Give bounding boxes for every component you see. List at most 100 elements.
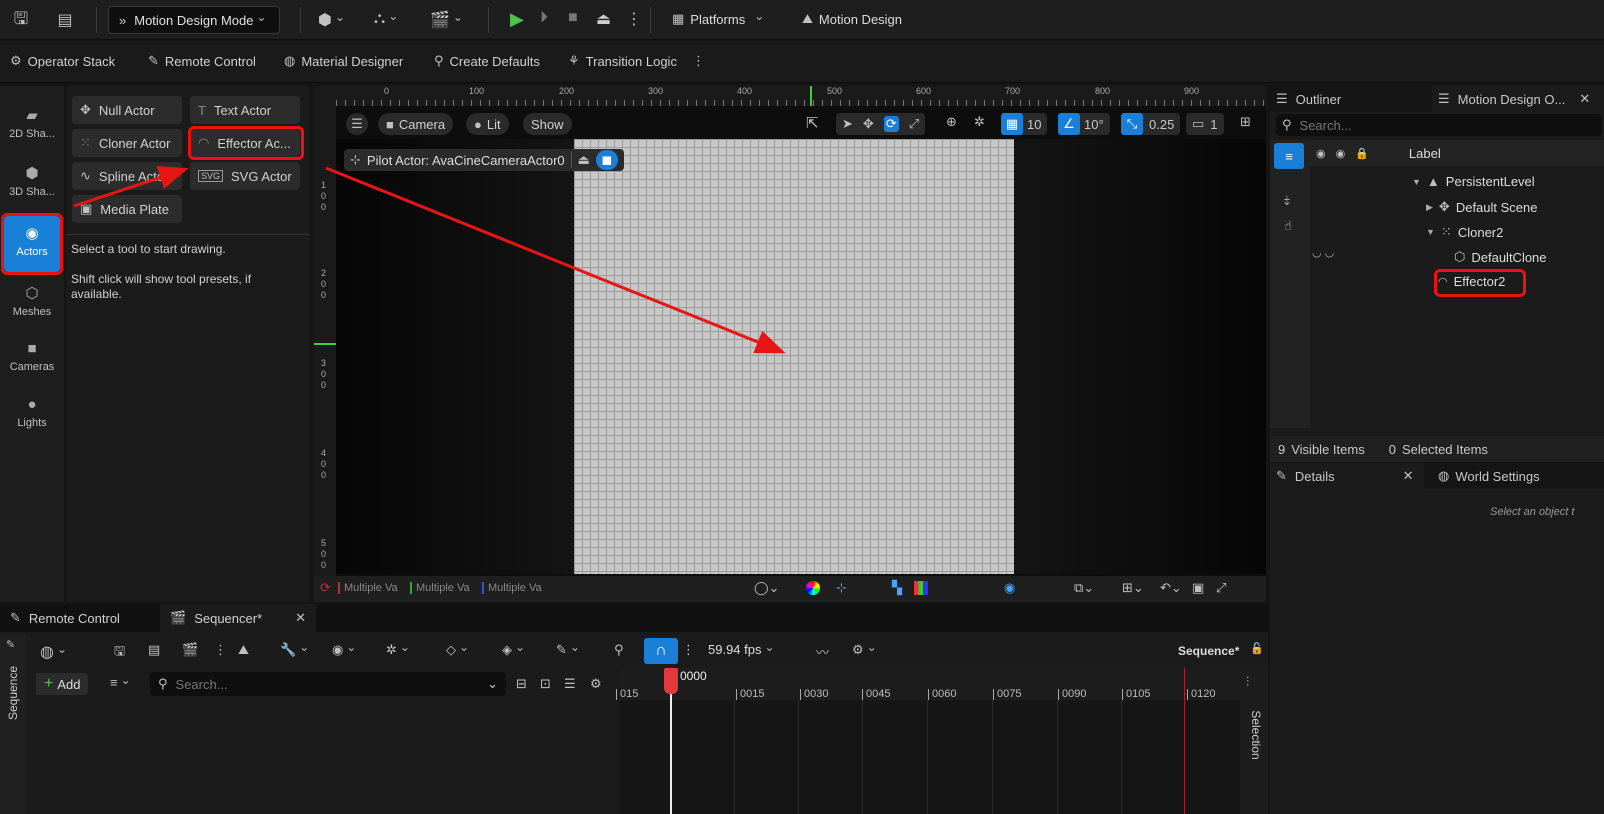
tab-label: Outliner [1295, 91, 1342, 107]
outliner-row[interactable]: ▶ ✥ Default Scene [1426, 199, 1538, 215]
outliner-row[interactable]: ▼ ⁙ Cloner2 [1426, 224, 1503, 240]
outliner-panel: ☰ Outliner ☰ Motion Design O... ✕ ⚲ Sear… [1270, 86, 1604, 462]
details-icon: ✎ [1276, 468, 1287, 483]
expand-arrow-icon[interactable]: ▼ [1412, 177, 1421, 187]
tab-sequencer[interactable]: 🎬 Sequencer* ✕ [160, 604, 316, 632]
selection-vertical-label: Selection [1249, 710, 1263, 760]
search-input[interactable]: Search... [176, 677, 228, 692]
details-empty-text: Select an object t [1490, 506, 1575, 518]
settings-icon[interactable]: ⚙ [590, 676, 602, 692]
outliner-row[interactable]: ▼ ▲ PersistentLevel [1412, 174, 1535, 189]
row-label: PersistentLevel [1445, 174, 1535, 189]
annotation-arrow [325, 166, 786, 354]
fps-selector[interactable]: 59.94 fps [708, 642, 775, 657]
hidden-eye-icon[interactable]: ◡ ◡ [1312, 246, 1334, 259]
outliner-header: ◉ ◉ 🔒 Label [1310, 140, 1604, 166]
hand-icon[interactable]: ☝ [1284, 218, 1292, 234]
expand-all-icon[interactable]: ⊡ [540, 676, 551, 692]
outliner-icon: ☰ [1438, 91, 1450, 106]
list-icon[interactable]: ☰ [564, 676, 576, 692]
outliner-tool-strip [1270, 140, 1310, 428]
cursor-icon[interactable]: ⤈ [1284, 192, 1290, 208]
snap-magnet-icon[interactable]: ∩ [644, 638, 678, 664]
grid-line [992, 700, 993, 814]
close-icon[interactable]: ✕ [1403, 468, 1414, 484]
details-tab-bar: ✎ Details ✕ ◍ World Settings [1270, 463, 1604, 489]
sliders-icon: ⫶ [1246, 674, 1250, 689]
time-tick: 0045 [861, 688, 891, 700]
expand-arrow-icon[interactable]: ▶ [1426, 202, 1433, 213]
tab-remote-control[interactable]: ✎ Remote Control [0, 604, 130, 632]
grid-line [798, 700, 799, 814]
row-label: DefaultClone [1471, 249, 1547, 265]
close-icon[interactable]: ✕ [1579, 91, 1590, 107]
expand-arrow-icon[interactable]: ▼ [1426, 227, 1435, 237]
camera-cut-icon[interactable]: ⛰ [238, 642, 249, 658]
marker-icon[interactable]: ⚲ [614, 642, 624, 658]
tab-label: Remote Control [28, 610, 120, 626]
selected-label: Selected Items [1401, 441, 1488, 457]
time-tick: 015 [615, 688, 639, 700]
selected-count: 0 [1388, 441, 1396, 457]
view-options-icon[interactable]: ◉ [332, 642, 356, 658]
settings-icon[interactable]: ⚙ [852, 642, 877, 658]
more-options-icon[interactable]: ⋮ [214, 642, 227, 658]
time-tick: 0030 [799, 688, 829, 700]
level-icon: ▲ [1426, 174, 1440, 189]
annotation-arrow [73, 166, 189, 208]
curve-editor-icon[interactable]: 〰 [816, 642, 829, 661]
world-icon[interactable]: ◍ [40, 642, 67, 662]
collapse-icon[interactable]: ⊟ [516, 676, 527, 692]
end-marker [1184, 668, 1185, 814]
browse-icon[interactable]: ▤ [148, 642, 160, 658]
lock-icon[interactable]: 🔒 [1355, 147, 1369, 160]
outliner-row[interactable]: ⬡ DefaultClone [1454, 249, 1547, 265]
playhead-handle[interactable] [664, 668, 678, 694]
outliner-status-bar: 9 Visible Items 0 Selected Items [1270, 436, 1604, 462]
grid-line [1057, 700, 1058, 814]
outliner-search[interactable]: ⚲ Search... [1276, 114, 1602, 136]
sequence-icon: ✎ [6, 639, 16, 651]
row-label: Cloner2 [1457, 224, 1504, 240]
sequencer-icon: 🎬 [170, 610, 187, 625]
save-icon[interactable]: 🖫 [114, 642, 125, 664]
tab-details[interactable]: ✎ Details ✕ [1270, 463, 1424, 489]
pen-icon[interactable]: ✎ [556, 642, 580, 658]
filter-icon[interactable]: ≡ [110, 675, 131, 690]
visible-label: Visible Items [1291, 441, 1365, 457]
lock-icon[interactable]: 🔓 [1250, 642, 1264, 655]
more-options-icon[interactable]: ⋮ [682, 642, 695, 658]
filter-icon[interactable]: ≡ [1274, 143, 1304, 169]
plus-icon: + [44, 675, 54, 692]
scene-icon: ✥ [1438, 199, 1450, 214]
render-icon[interactable]: 🎬 [182, 642, 198, 658]
add-label: Add [57, 676, 81, 692]
sequencer-search[interactable]: ⚲ Search... ⌄ [150, 672, 506, 696]
close-icon[interactable]: ✕ [295, 610, 306, 626]
tab-world-settings[interactable]: ◍ World Settings [1438, 468, 1540, 484]
playhead-time: 0000 [680, 669, 707, 683]
selection-side-tab[interactable]: ⫶ Selection [1240, 668, 1268, 814]
fps-label: 59.94 fps [708, 642, 762, 657]
render-col-icon[interactable]: ◉ [1336, 147, 1346, 160]
visibility-col-icon[interactable]: ◉ [1316, 147, 1326, 160]
key-icon[interactable]: ◇ [446, 642, 469, 658]
playback-options-icon[interactable]: ✲ [386, 642, 410, 658]
tools-icon[interactable]: 🔧 [280, 642, 309, 658]
chevron-down-icon[interactable]: ⌄ [487, 676, 498, 692]
tab-outliner[interactable]: ☰ Outliner [1276, 91, 1341, 107]
search-input[interactable]: Search... [1300, 118, 1352, 133]
grid-line [734, 700, 735, 814]
time-tick: 0015 [735, 688, 765, 700]
globe-icon: ◍ [1438, 468, 1450, 483]
remote-control-icon: ✎ [10, 610, 21, 625]
grid-line [927, 700, 928, 814]
time-tick: 0090 [1057, 688, 1087, 700]
tab-motion-design-outliner[interactable]: ☰ Motion Design O... ✕ [1432, 86, 1604, 112]
sequence-side-tab[interactable]: ✎ Sequence [0, 634, 26, 814]
key-interp-icon[interactable]: ◈ [502, 642, 525, 658]
row-label: Default Scene [1455, 199, 1538, 215]
search-icon: ⚲ [158, 676, 168, 691]
label-column-header[interactable]: Label [1409, 146, 1441, 161]
add-track-button[interactable]: + Add [36, 673, 89, 695]
